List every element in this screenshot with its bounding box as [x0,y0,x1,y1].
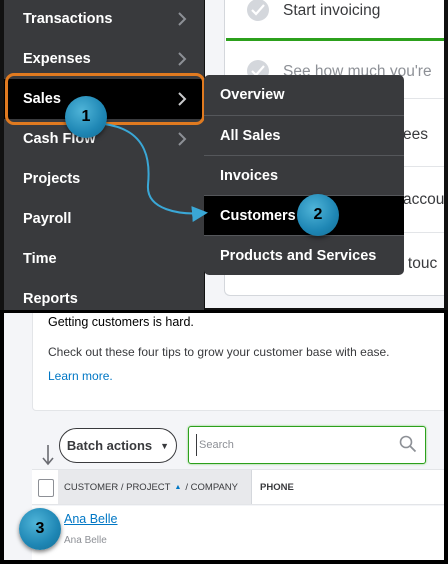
submenu-item-products-services[interactable]: Products and Services [204,235,404,275]
search-icon[interactable] [399,435,417,453]
column-header-phone[interactable]: PHONE [260,470,294,504]
submenu-item-invoices[interactable]: Invoices [204,155,404,195]
tips-title: Getting customers is hard. [48,315,194,329]
submenu-item-overview[interactable]: Overview [204,75,404,115]
sidebar-item-projects[interactable]: Projects [4,159,204,199]
sidebar-item-payroll[interactable]: Payroll [4,199,204,239]
task-label: Start invoicing [283,2,381,19]
task-label: ees [403,126,428,143]
sidebar-item-time[interactable]: Time [4,239,204,279]
chevron-right-icon [178,12,187,26]
submenu-item-label: Customers [220,207,296,224]
submenu-item-all-sales[interactable]: All Sales [204,115,404,155]
step-3-badge: 3 [19,508,61,550]
tips-card: Getting customers is hard. Check out the… [32,313,444,411]
select-all-checkbox[interactable] [38,479,54,497]
sidebar-item-label: Time [23,251,57,267]
check-circle-icon [247,0,269,21]
submenu-item-label: Invoices [220,167,279,184]
sidebar-item-label: Sales [23,91,61,107]
column-header-label: CUSTOMER / PROJECT [64,481,171,493]
sort-ascending-icon: ▲ [174,483,182,491]
chevron-right-icon [178,52,187,66]
search-input[interactable] [196,434,391,456]
sort-arrow-icon[interactable] [41,443,55,467]
sidebar-item-label: Payroll [23,211,72,227]
step-2-badge: 2 [297,194,339,236]
submenu-item-label: All Sales [220,127,281,144]
sidebar-item-label: Expenses [23,51,91,67]
chevron-right-icon [178,92,187,106]
customer-name-link[interactable]: Ana Belle [64,512,118,526]
table-row: Ana Belle Ana Belle [32,506,444,560]
submenu-item-label: Products and Services [220,247,377,264]
step-1-badge: 1 [65,96,107,138]
column-header-customer[interactable]: CUSTOMER / PROJECT ▲ / COMPANY [58,470,252,504]
submenu-item-label: Overview [220,87,285,103]
task-label: accou [403,191,444,208]
sidebar-item-label: Transactions [23,11,113,27]
sidebar-item-transactions[interactable]: Transactions [4,0,204,39]
customers-page-screenshot: Getting customers is hard. Check out the… [4,313,444,560]
progress-line [226,38,444,41]
customer-company: Ana Belle [64,535,107,546]
sales-submenu: Overview All Sales Invoices Customers Pr… [204,75,404,275]
left-nav-sidebar: Transactions Expenses Sales Cash Flow Pr… [4,0,204,310]
task-start-invoicing[interactable]: Start invoicing [225,0,444,31]
sidebar-item-label: Reports [23,291,78,307]
navigation-screenshot: Start invoicing See how much you're ees … [0,0,448,310]
search-box [188,426,426,464]
caret-down-icon: ▼ [160,440,170,451]
sidebar-item-expenses[interactable]: Expenses [4,39,204,79]
table-header: CUSTOMER / PROJECT ▲ / COMPANY PHONE [32,469,444,505]
chevron-right-icon [178,132,187,146]
tips-body: Check out these four tips to grow your c… [48,345,390,359]
learn-more-link[interactable]: Learn more. [48,369,113,383]
batch-actions-button[interactable]: Batch actions ▼ [59,428,177,463]
batch-actions-label: Batch actions [66,438,153,453]
sidebar-item-label: Projects [23,171,81,187]
column-header-label: / COMPANY [185,481,238,493]
